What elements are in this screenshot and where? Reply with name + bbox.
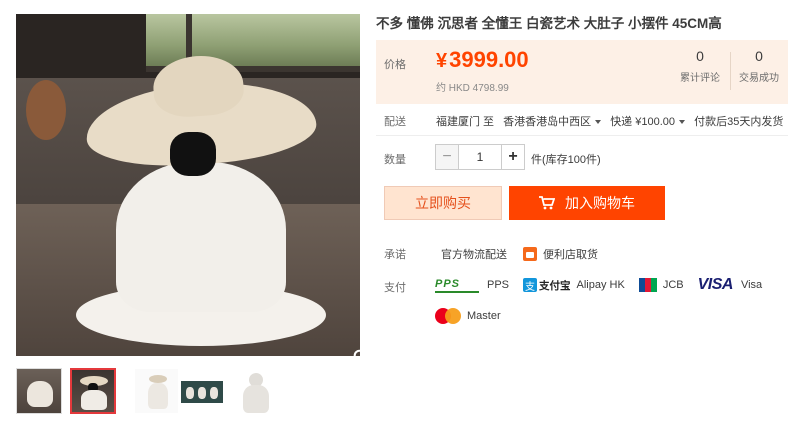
payment-label: 支付 xyxy=(384,282,406,294)
buy-now-button[interactable]: 立即购买 xyxy=(384,186,502,220)
master-label: Master xyxy=(467,310,501,322)
jcb-label: JCB xyxy=(662,279,684,291)
statue-figure xyxy=(76,76,326,346)
ship-to-select[interactable]: 香港香港岛中西区 xyxy=(503,116,602,128)
visa-logo-icon: VISA xyxy=(697,276,734,293)
currency-symbol: ¥ xyxy=(436,50,448,72)
payment-mastercard: Master xyxy=(435,308,501,324)
ship-to: 香港香港岛中西区 xyxy=(503,116,592,128)
add-to-cart-button[interactable]: 加入购物车 xyxy=(509,186,665,220)
stock-info: 件(库存100件) xyxy=(531,154,601,166)
payment-pps: PPS PPS xyxy=(435,277,509,293)
express-fee: 快递 ¥100.00 xyxy=(610,116,676,128)
payment-methods: PPS PPS 支支付宝 Alipay HK JCB VISA Visa xyxy=(435,276,776,294)
promise-label: 承诺 xyxy=(384,249,406,261)
thumbnail-2[interactable] xyxy=(70,368,116,414)
converted-price: 约 HKD 4798.99 xyxy=(436,83,509,94)
pps-label: PPS xyxy=(487,279,510,291)
review-stat[interactable]: 0 累计评论 xyxy=(670,48,730,84)
mastercard-logo-icon xyxy=(435,308,461,324)
visa-label: Visa xyxy=(740,279,763,291)
chevron-down-icon xyxy=(679,120,686,125)
thumbnail-4[interactable] xyxy=(178,368,224,414)
quantity-stepper: − 1 + xyxy=(435,144,525,170)
zoom-icon[interactable] xyxy=(350,346,360,356)
add-to-cart-label: 加入购物车 xyxy=(565,195,635,211)
chevron-down-icon xyxy=(595,120,602,125)
express-select[interactable]: 快递 ¥100.00 xyxy=(610,116,686,128)
payment-visa: VISA Visa xyxy=(698,276,763,294)
decrease-button[interactable]: − xyxy=(435,144,459,170)
quantity-label: 数量 xyxy=(384,154,406,166)
divider xyxy=(376,135,788,136)
shipping-label: 配送 xyxy=(384,116,406,128)
alipay-logo-icon: 支支付宝 xyxy=(523,278,571,293)
sales-label: 交易成功 xyxy=(739,73,779,84)
review-label: 累计评论 xyxy=(680,73,720,84)
product-title: 不多 懂佛 沉思者 全懂王 白瓷艺术 大肚子 小摆件 45CM高 xyxy=(376,16,722,31)
thumbnail-3[interactable] xyxy=(134,368,180,414)
ship-from: 福建厦门 至 xyxy=(436,116,495,128)
payment-alipay: 支支付宝 Alipay HK xyxy=(523,278,625,293)
quantity-input[interactable]: 1 xyxy=(459,144,501,170)
background-ball xyxy=(26,80,66,140)
sales-count: 0 xyxy=(755,48,763,64)
product-main-image[interactable] xyxy=(16,14,360,356)
statue-face xyxy=(170,132,216,176)
jcb-logo-icon xyxy=(638,278,657,292)
price-amount: 3999.00 xyxy=(449,47,529,72)
price-value: ¥3999.00 xyxy=(436,47,529,73)
promise-row: 官方物流配送 便利店取货 xyxy=(441,246,598,262)
increase-button[interactable]: + xyxy=(501,144,525,170)
payment-jcb: JCB xyxy=(638,278,684,292)
shipping-row: 福建厦门 至 香港香港岛中西区 快递 ¥100.00 付款后35天内发货 xyxy=(436,113,789,129)
alipay-label: Alipay HK xyxy=(576,279,625,291)
price-box: 价格 ¥3999.00 约 HKD 4798.99 0 累计评论 0 交易成功 xyxy=(376,40,788,104)
sales-stat: 0 交易成功 xyxy=(729,48,789,84)
pps-logo-icon: PPS xyxy=(435,277,479,293)
statue-body xyxy=(116,162,286,312)
store-icon xyxy=(523,247,537,261)
thumbnail-5[interactable] xyxy=(232,368,278,414)
thumbnail-1[interactable] xyxy=(16,368,62,414)
store-pickup: 便利店取货 xyxy=(543,249,598,261)
official-logistics: 官方物流配送 xyxy=(441,249,507,261)
cart-icon xyxy=(539,196,555,210)
dispatch-time: 付款后35天内发货 xyxy=(694,116,784,128)
price-label: 价格 xyxy=(384,59,406,71)
alipay-logo-text: 支付宝 xyxy=(539,279,571,292)
review-count: 0 xyxy=(696,48,704,64)
